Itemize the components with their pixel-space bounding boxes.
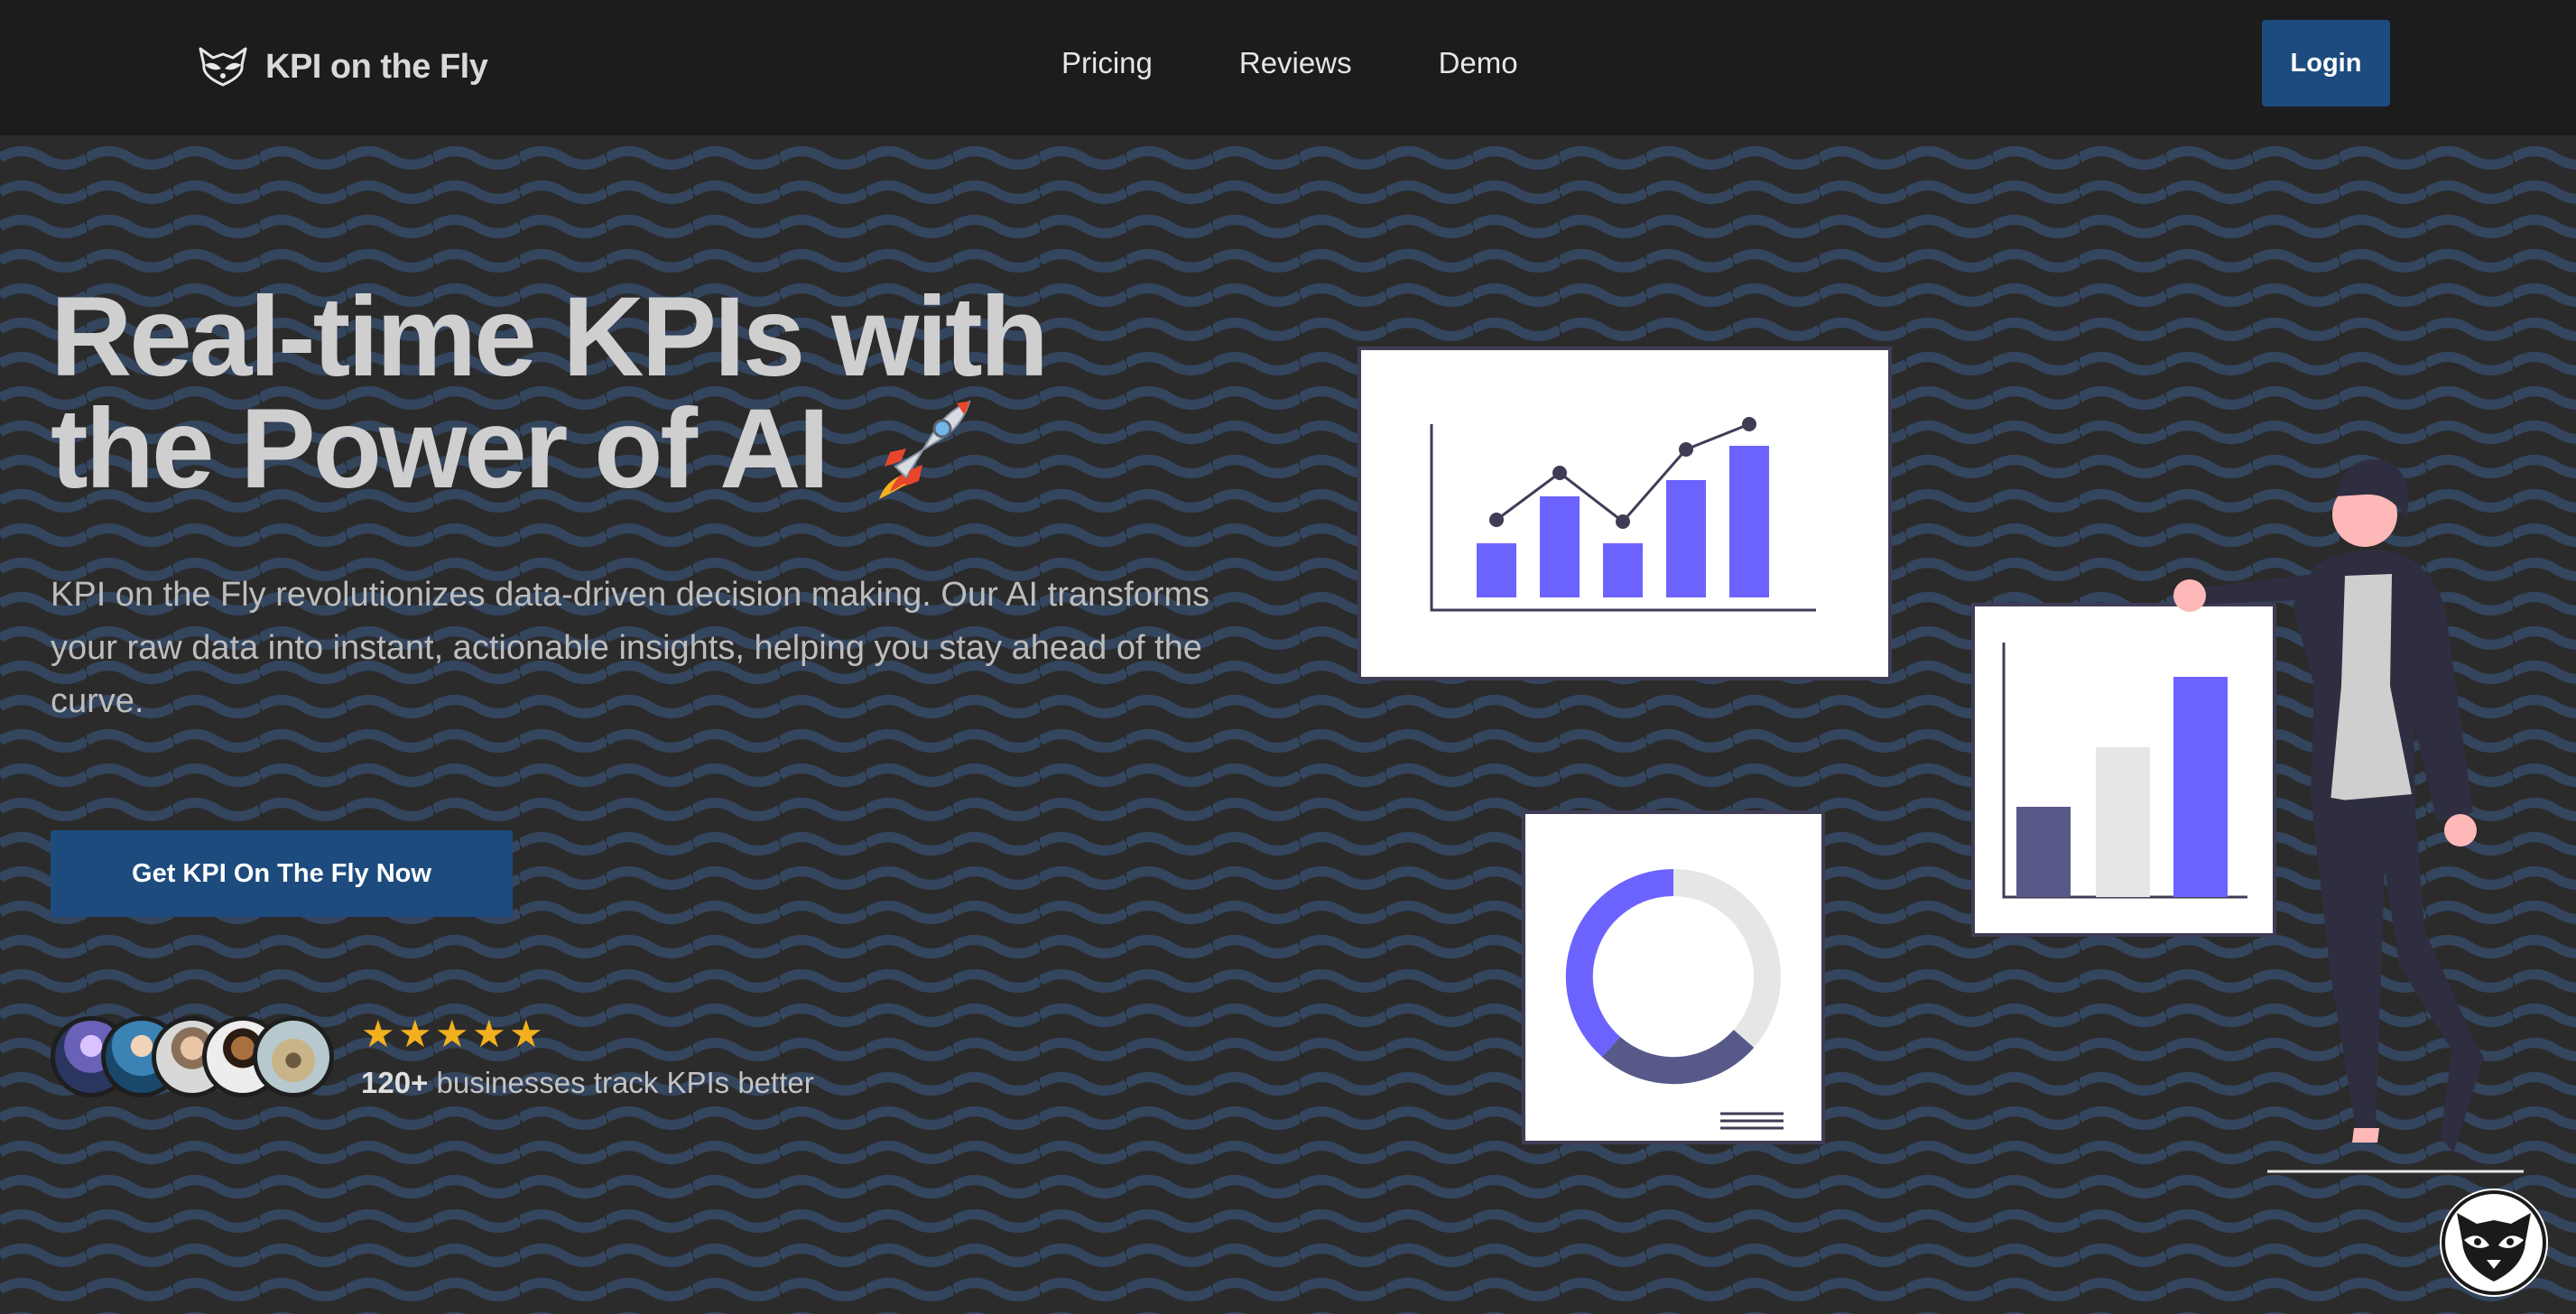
brand-name: KPI on the Fly <box>265 47 488 86</box>
brand-link[interactable]: KPI on the Fly <box>197 38 488 96</box>
bar-chart-card <box>1971 603 2276 937</box>
avatar <box>253 1016 334 1097</box>
hero-headline: Real-time KPIs with the Power of AI <box>51 281 1224 512</box>
nav-link-pricing[interactable]: Pricing <box>1061 40 1153 87</box>
rating-stars: ★ ★ ★ ★ ★ <box>361 1013 543 1056</box>
headline-line-1: Real-time KPIs with <box>51 274 1049 400</box>
top-navbar: KPI on the Fly Pricing Reviews Demo Logi… <box>0 0 2576 135</box>
hero-description: KPI on the Fly revolutionizes data-drive… <box>51 576 1210 720</box>
customer-avatars <box>51 1016 339 1106</box>
raccoon-badge-icon[interactable] <box>2437 1186 2551 1300</box>
rocket-icon <box>878 400 971 499</box>
donut-chart-card <box>1522 810 1825 1144</box>
star-icon: ★ <box>361 1013 395 1055</box>
headline-line-2: the Power of AI <box>51 386 829 512</box>
star-icon: ★ <box>398 1013 432 1055</box>
social-proof-label: businesses track KPIs better <box>436 1066 814 1099</box>
analytics-illustration <box>1357 347 2524 1173</box>
nav-link-reviews[interactable]: Reviews <box>1239 40 1352 87</box>
raccoon-logo-icon <box>199 47 247 87</box>
login-button[interactable]: Login <box>2262 20 2390 106</box>
star-icon: ★ <box>472 1013 506 1055</box>
star-icon: ★ <box>509 1013 543 1055</box>
social-proof-text: 120+ businesses track KPIs better <box>361 1063 814 1103</box>
business-count: 120+ <box>361 1066 429 1099</box>
bar-line-chart-card <box>1357 347 1892 680</box>
nav-link-demo[interactable]: Demo <box>1439 40 1518 87</box>
star-icon: ★ <box>435 1013 469 1055</box>
main-nav: Pricing Reviews Demo <box>1061 40 1518 87</box>
get-started-button[interactable]: Get KPI On The Fly Now <box>51 830 513 917</box>
